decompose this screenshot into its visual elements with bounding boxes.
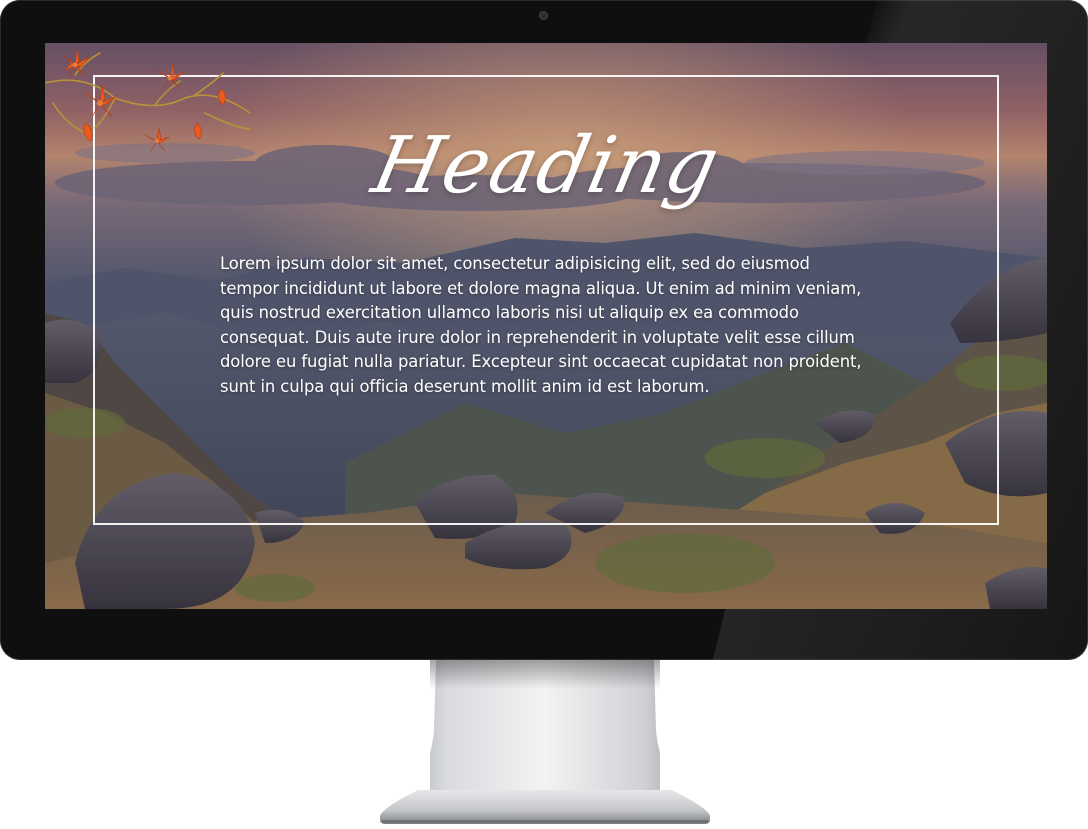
slide-body-text: Lorem ipsum dolor sit amet, consectetur …	[220, 254, 862, 396]
monitor-stand-neck	[430, 660, 660, 805]
monitor-screen: Heading Lorem ipsum dolor sit amet, cons…	[45, 43, 1047, 609]
webcam-icon	[539, 11, 548, 20]
monitor-stand-base	[380, 790, 710, 824]
monitor-bezel: Heading Lorem ipsum dolor sit amet, cons…	[0, 0, 1088, 660]
slide-heading: Heading	[365, 121, 727, 211]
monitor-mockup: Heading Lorem ipsum dolor sit amet, cons…	[0, 0, 1088, 829]
